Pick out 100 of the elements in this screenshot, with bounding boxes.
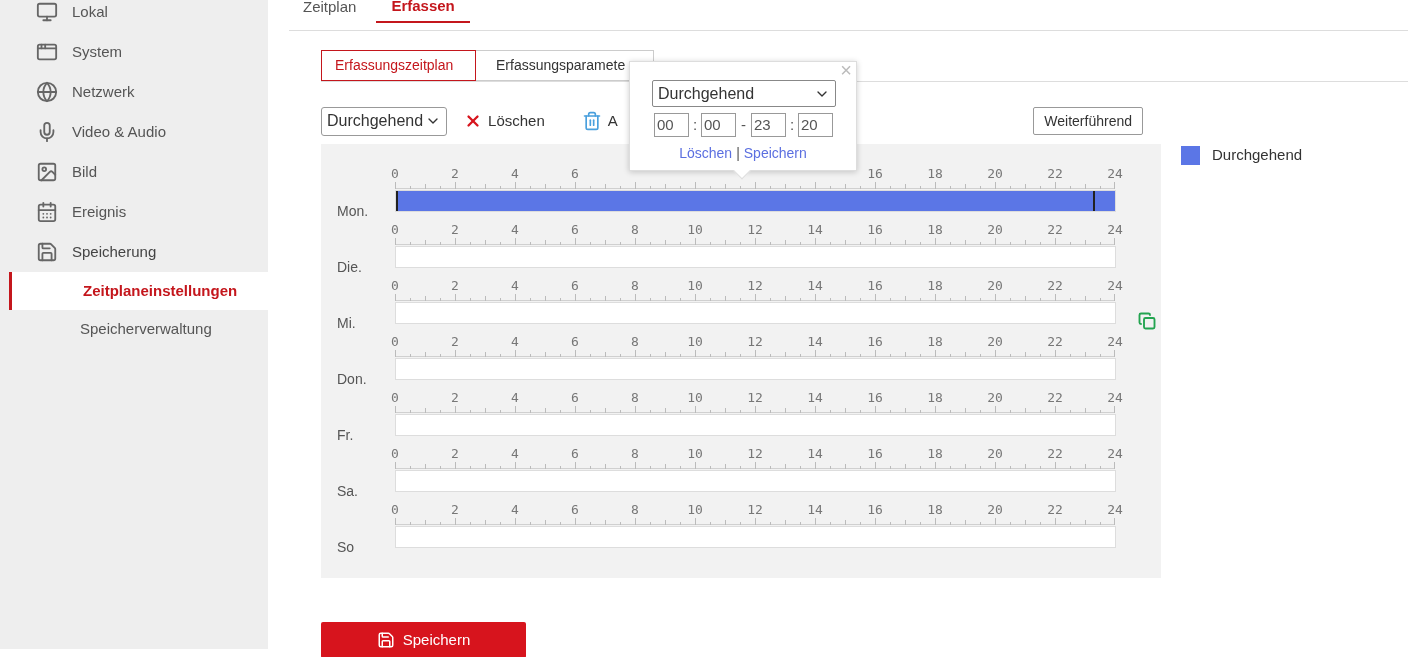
hour-label: 20 bbox=[987, 390, 1003, 406]
hour-label: 16 bbox=[867, 446, 883, 462]
hour-label: 14 bbox=[807, 502, 823, 518]
sidebar-item[interactable]: Speicherung bbox=[0, 232, 268, 272]
hour-label: 16 bbox=[867, 334, 883, 350]
input-field[interactable]: 23 bbox=[751, 113, 786, 137]
hour-label: 6 bbox=[571, 502, 579, 518]
time-colon: : bbox=[788, 114, 796, 135]
hour-label: 10 bbox=[687, 390, 703, 406]
hour-label: 22 bbox=[1047, 222, 1063, 238]
hour-label: 10 bbox=[687, 222, 703, 238]
hour-label: 24 bbox=[1107, 502, 1123, 518]
hour-label: 22 bbox=[1047, 166, 1063, 182]
hour-label: 8 bbox=[631, 446, 639, 462]
delete-link[interactable]: Löschen bbox=[679, 143, 733, 164]
sidebar-item[interactable]: Bild bbox=[0, 152, 268, 192]
hour-label: 0 bbox=[391, 502, 399, 518]
hour-label: 10 bbox=[687, 278, 703, 294]
step-tab[interactable]: Erfassungszeitplan bbox=[321, 50, 476, 81]
hour-label: 18 bbox=[927, 390, 943, 406]
hour-label: 12 bbox=[747, 334, 763, 350]
hour-label: 22 bbox=[1047, 390, 1063, 406]
hour-label: 24 bbox=[1107, 446, 1123, 462]
sidebar-item[interactable]: Ereignis bbox=[0, 192, 268, 232]
day-track[interactable] bbox=[395, 526, 1116, 548]
tab[interactable]: Erfassen bbox=[376, 0, 470, 23]
mode-select[interactable]: Durchgehend bbox=[321, 106, 448, 136]
hour-label: 24 bbox=[1107, 390, 1123, 406]
hour-label: 10 bbox=[687, 334, 703, 350]
hour-label: 14 bbox=[807, 390, 823, 406]
hour-label: 16 bbox=[867, 278, 883, 294]
hour-label: 18 bbox=[927, 446, 943, 462]
save-link[interactable]: Speichern bbox=[743, 143, 807, 164]
tab[interactable]: Zeitplan bbox=[303, 0, 374, 23]
day-track[interactable] bbox=[395, 358, 1116, 380]
day-track[interactable] bbox=[395, 246, 1116, 268]
input-field[interactable]: 20 bbox=[798, 113, 833, 137]
input-field[interactable]: 00 bbox=[654, 113, 689, 137]
day-track[interactable] bbox=[395, 470, 1116, 492]
sidebar-item[interactable]: System bbox=[0, 32, 268, 72]
hour-label: 2 bbox=[451, 166, 459, 182]
hour-label: 0 bbox=[391, 446, 399, 462]
hour-label: 12 bbox=[747, 222, 763, 238]
hour-label: 18 bbox=[927, 502, 943, 518]
hour-label: 20 bbox=[987, 334, 1003, 350]
copy-icon[interactable] bbox=[1138, 312, 1156, 330]
hour-label: 4 bbox=[511, 390, 519, 406]
save-button[interactable]: Speichern bbox=[321, 622, 526, 657]
delete-button[interactable]: Löschen bbox=[464, 109, 545, 133]
hour-label: 6 bbox=[571, 278, 579, 294]
sidebar-subitem[interactable]: Speicherverwaltung bbox=[9, 310, 268, 348]
hour-label: 12 bbox=[747, 278, 763, 294]
hour-label: 14 bbox=[807, 446, 823, 462]
input-field[interactable]: 00 bbox=[701, 113, 736, 137]
hour-label: 2 bbox=[451, 502, 459, 518]
day-track[interactable] bbox=[395, 302, 1116, 324]
hour-label: 0 bbox=[391, 278, 399, 294]
hour-label: 0 bbox=[391, 222, 399, 238]
sidebar-item[interactable]: Netzwerk bbox=[0, 72, 268, 112]
hour-label: 6 bbox=[571, 166, 579, 182]
time-dash: - bbox=[740, 114, 747, 135]
hour-label: 4 bbox=[511, 278, 519, 294]
hour-label: 6 bbox=[571, 222, 579, 238]
sidebar-icon bbox=[36, 41, 58, 63]
hour-label: 12 bbox=[747, 446, 763, 462]
hour-label: 12 bbox=[747, 502, 763, 518]
sidebar-icon bbox=[36, 1, 58, 23]
hour-label: 4 bbox=[511, 446, 519, 462]
sidebar-item[interactable]: Lokal bbox=[0, 0, 268, 32]
hour-label: 2 bbox=[451, 446, 459, 462]
time-colon: : bbox=[691, 114, 699, 135]
hour-label: 20 bbox=[987, 278, 1003, 294]
sidebar-subitem[interactable]: Zeitplaneinstellungen bbox=[9, 272, 268, 310]
sidebar-icon bbox=[36, 81, 58, 103]
hour-label: 24 bbox=[1107, 278, 1123, 294]
day-track[interactable] bbox=[395, 414, 1116, 436]
popup-mode-select[interactable]: Durchgehend bbox=[652, 80, 836, 107]
sidebar-icon bbox=[36, 241, 58, 263]
hour-label: 12 bbox=[747, 390, 763, 406]
sidebar-item[interactable]: Video & Audio bbox=[0, 112, 268, 152]
hour-label: 16 bbox=[867, 390, 883, 406]
link-divider: | bbox=[736, 144, 740, 163]
hour-label: 8 bbox=[631, 278, 639, 294]
hour-label: 24 bbox=[1107, 166, 1123, 182]
save-icon bbox=[376, 631, 395, 649]
advanced-button[interactable]: Weiterführend bbox=[1033, 107, 1143, 135]
hour-label: 20 bbox=[987, 166, 1003, 182]
hour-label: 22 bbox=[1047, 502, 1063, 518]
hour-label: 6 bbox=[571, 446, 579, 462]
hour-label: 16 bbox=[867, 502, 883, 518]
hour-label: 8 bbox=[631, 390, 639, 406]
hour-label: 6 bbox=[571, 390, 579, 406]
hour-label: 22 bbox=[1047, 446, 1063, 462]
hour-label: 16 bbox=[867, 166, 883, 182]
hour-label: 4 bbox=[511, 334, 519, 350]
delete-all-button[interactable]: A bbox=[581, 109, 618, 133]
hour-label: 24 bbox=[1107, 222, 1123, 238]
hour-label: 2 bbox=[451, 390, 459, 406]
hour-label: 4 bbox=[511, 166, 519, 182]
hour-label: 0 bbox=[391, 390, 399, 406]
